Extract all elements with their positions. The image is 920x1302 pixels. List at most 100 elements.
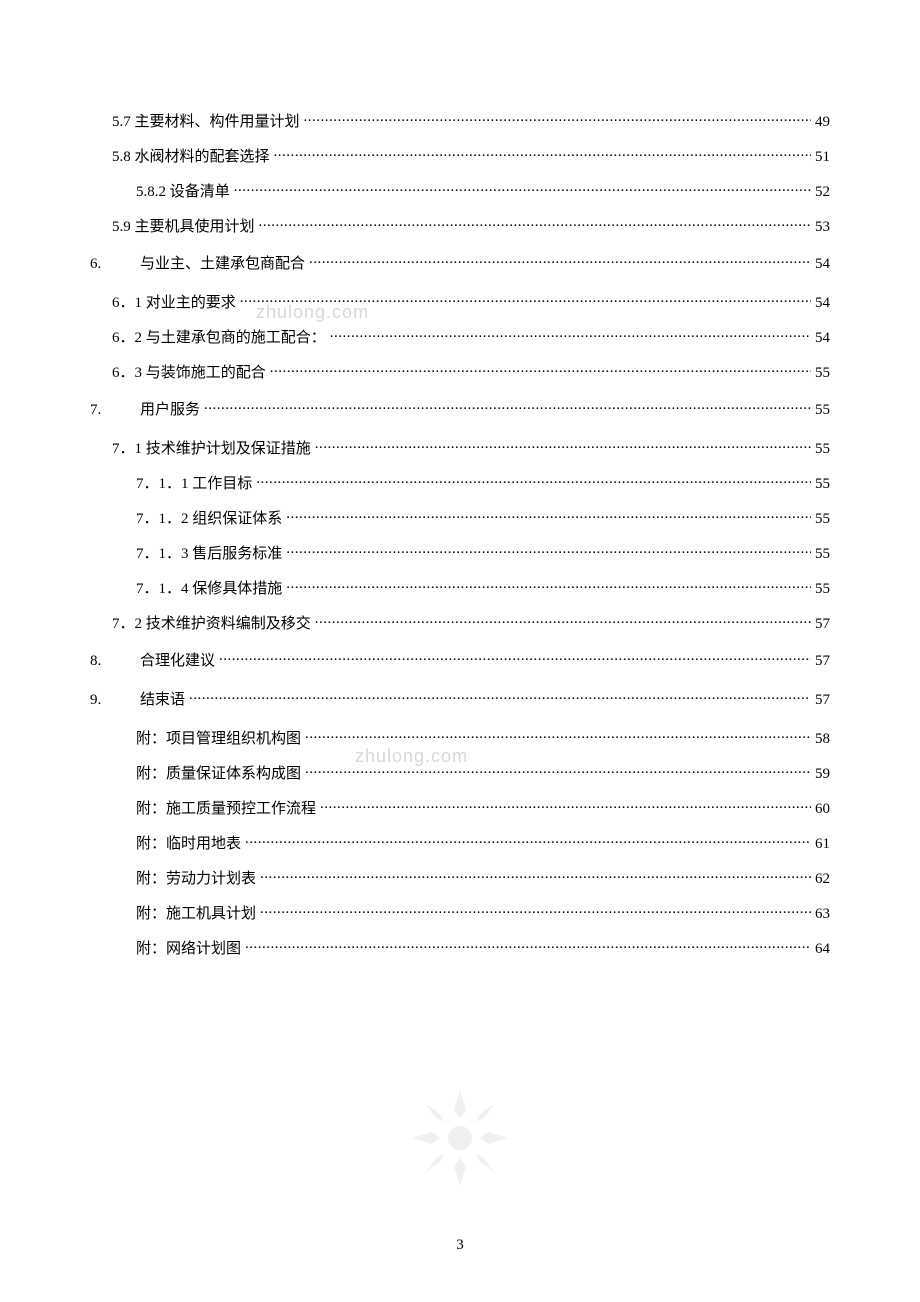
toc-entry-label: 合理化建议 [140, 649, 215, 670]
toc-entry: 6.与业主、土建承包商配合 54 [90, 252, 830, 273]
toc-entry-page: 55 [815, 402, 830, 419]
toc-leader-dots [240, 292, 811, 307]
toc-entry-page: 55 [815, 546, 830, 563]
toc-entry-page: 55 [815, 365, 830, 382]
toc-entry-page: 59 [815, 766, 830, 783]
toc-entry-label: 7．1．4 保修具体措施 [136, 577, 282, 598]
toc-entry: 附：网络计划图64 [90, 937, 830, 958]
table-of-contents: 5.7 主要材料、构件用量计划 49 5.8 水阀材料的配套选择 51 5.8.2 … [90, 110, 830, 958]
toc-entry-label: 结束语 [140, 688, 185, 709]
toc-leader-dots [234, 181, 811, 196]
toc-leader-dots [189, 689, 811, 704]
toc-entry-label: 7．2 技术维护资料编制及移交 [112, 612, 311, 633]
toc-entry-page: 55 [815, 511, 830, 528]
toc-entry-label: 附：施工机具计划 [136, 902, 256, 923]
toc-leader-dots [270, 362, 811, 377]
toc-entry: 9.结束语 57 [90, 688, 830, 709]
toc-entry: 5.8 水阀材料的配套选择 51 [90, 145, 830, 166]
toc-entry-label: 用户服务 [140, 398, 200, 419]
toc-entry-page: 57 [815, 692, 830, 709]
toc-leader-dots [260, 868, 811, 883]
toc-entry: 7．1．2 组织保证体系 55 [90, 507, 830, 528]
toc-leader-dots [309, 253, 811, 268]
toc-leader-dots [320, 798, 811, 813]
toc-entry-label: 附：施工质量预控工作流程 [136, 797, 316, 818]
toc-leader-dots [256, 473, 811, 488]
toc-section-number: 7. [90, 402, 140, 419]
toc-entry-label: 附：网络计划图 [136, 937, 241, 958]
toc-entry-label: 6．3 与装饰施工的配合 [112, 361, 266, 382]
toc-entry-label: 6．2 与土建承包商的施工配合： [112, 326, 326, 347]
toc-leader-dots [204, 399, 811, 414]
toc-section-number: 9. [90, 692, 140, 709]
toc-entry-label: 附：质量保证体系构成图 [136, 762, 301, 783]
toc-entry: 7．1．1 工作目标 55 [90, 472, 830, 493]
toc-entry: 6．1 对业主的要求 54 [90, 291, 830, 312]
toc-entry: 7．1．3 售后服务标准 55 [90, 542, 830, 563]
toc-entry-page: 51 [815, 149, 830, 166]
toc-entry-label: 附：项目管理组织机构图 [136, 727, 301, 748]
toc-entry-label: 5.7 主要材料、构件用量计划 [112, 110, 300, 131]
toc-entry: 5.8.2 设备清单 52 [90, 180, 830, 201]
toc-entry-page: 62 [815, 871, 830, 888]
toc-leader-dots [305, 728, 811, 743]
toc-section-number: 8. [90, 653, 140, 670]
toc-entry-page: 55 [815, 441, 830, 458]
toc-entry: 附：施工质量预控工作流程 60 [90, 797, 830, 818]
toc-entry-page: 49 [815, 114, 830, 131]
watermark-icon [410, 1088, 510, 1188]
toc-leader-dots [304, 111, 811, 126]
toc-leader-dots [219, 650, 811, 665]
toc-leader-dots [274, 146, 811, 161]
page-number: 3 [456, 1237, 464, 1254]
toc-leader-dots [315, 613, 811, 628]
toc-leader-dots [286, 578, 811, 593]
toc-entry: 5.7 主要材料、构件用量计划 49 [90, 110, 830, 131]
toc-entry-label: 5.9 主要机具使用计划 [112, 215, 255, 236]
toc-entry: 附：质量保证体系构成图 59 [90, 762, 830, 783]
toc-leader-dots [260, 903, 811, 918]
toc-entry-page: 54 [815, 330, 830, 347]
toc-leader-dots [305, 763, 811, 778]
toc-entry-label: 6．1 对业主的要求 [112, 291, 236, 312]
toc-entry: 6．2 与土建承包商的施工配合： 54 [90, 326, 830, 347]
toc-entry: 7．1．4 保修具体措施 55 [90, 577, 830, 598]
toc-entry: 7．1 技术维护计划及保证措施 55 [90, 437, 830, 458]
toc-leader-dots [245, 938, 811, 953]
toc-entry: 7．2 技术维护资料编制及移交 57 [90, 612, 830, 633]
toc-entry: 5.9 主要机具使用计划 53 [90, 215, 830, 236]
toc-entry-label: 附：临时用地表 [136, 832, 241, 853]
toc-entry-page: 60 [815, 801, 830, 818]
toc-entry-page: 57 [815, 616, 830, 633]
toc-entry-label: 7．1．3 售后服务标准 [136, 542, 282, 563]
toc-entry: 7.用户服务 55 [90, 398, 830, 419]
toc-entry-page: 54 [815, 295, 830, 312]
toc-entry-label: 5.8 水阀材料的配套选择 [112, 145, 270, 166]
toc-entry: 附：临时用地表 61 [90, 832, 830, 853]
toc-section-number: 6. [90, 256, 140, 273]
toc-entry-label: 7．1 技术维护计划及保证措施 [112, 437, 311, 458]
toc-leader-dots [245, 833, 811, 848]
toc-entry-page: 63 [815, 906, 830, 923]
toc-entry-page: 57 [815, 653, 830, 670]
toc-leader-dots [286, 508, 811, 523]
toc-entry-page: 58 [815, 731, 830, 748]
toc-entry-page: 61 [815, 836, 830, 853]
toc-entry: 8.合理化建议 57 [90, 649, 830, 670]
toc-entry-label: 7．1．2 组织保证体系 [136, 507, 282, 528]
toc-entry-page: 55 [815, 581, 830, 598]
toc-entry-page: 53 [815, 219, 830, 236]
toc-leader-dots [330, 327, 811, 342]
toc-entry-label: 5.8.2 设备清单 [136, 180, 230, 201]
toc-leader-dots [315, 438, 811, 453]
toc-entry-page: 52 [815, 184, 830, 201]
toc-entry: 6．3 与装饰施工的配合 55 [90, 361, 830, 382]
toc-entry-page: 55 [815, 476, 830, 493]
toc-entry: 附：劳动力计划表 62 [90, 867, 830, 888]
toc-entry-label: 附：劳动力计划表 [136, 867, 256, 888]
toc-leader-dots [286, 543, 811, 558]
toc-entry-label: 与业主、土建承包商配合 [140, 252, 305, 273]
toc-entry: 附：施工机具计划 63 [90, 902, 830, 923]
toc-entry: 附：项目管理组织机构图 58 [90, 727, 830, 748]
toc-entry-page: 54 [815, 256, 830, 273]
